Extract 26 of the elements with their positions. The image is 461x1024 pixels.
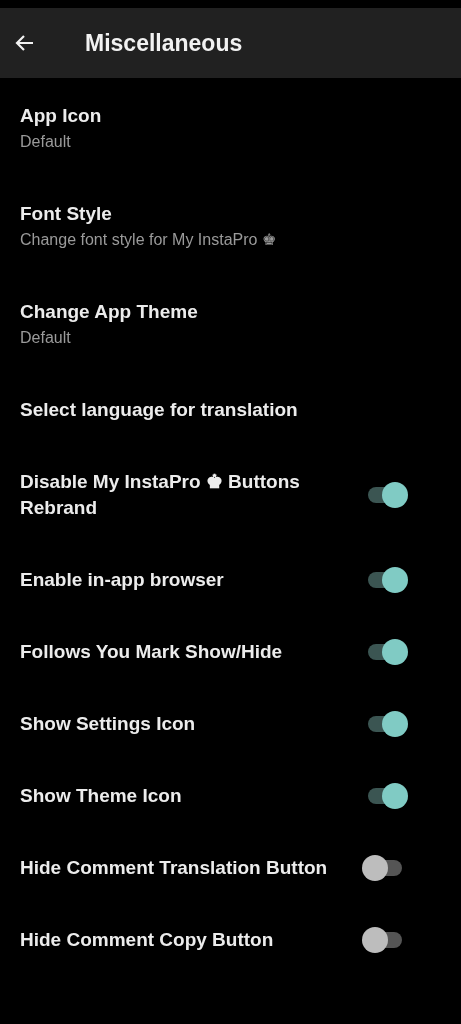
settings-item[interactable]: Hide Comment Copy Button	[0, 904, 461, 976]
item-title: Select language for translation	[20, 398, 299, 422]
settings-item[interactable]: Font Style Change font style for My InstaPro ♚	[0, 178, 461, 276]
settings-item[interactable]: Enable in-app browser	[0, 544, 461, 616]
item-title: Show Settings Icon	[20, 712, 197, 736]
item-summary: Change font style for My InstaPro ♚	[20, 230, 277, 250]
settings-item[interactable]: Follows You Mark Show/Hide	[0, 616, 461, 688]
item-title: Font Style	[20, 202, 113, 226]
item-title: Follows You Mark Show/Hide	[20, 640, 284, 664]
item-title: Enable in-app browser	[20, 568, 225, 592]
settings-item[interactable]: Show Theme Icon	[0, 760, 461, 832]
settings-item[interactable]: Change App Theme Default	[0, 276, 461, 374]
item-title: Change App Theme	[20, 300, 199, 324]
item-title: Show Theme Icon	[20, 784, 183, 808]
settings-item[interactable]: Select language for translation	[0, 374, 461, 446]
item-title: Hide Comment Copy Button	[20, 928, 275, 952]
item-title: App Icon	[20, 104, 103, 128]
settings-item[interactable]: Disable My InstaPro ♚ Buttons Rebrand	[0, 446, 461, 544]
settings-item[interactable]: Show Settings Icon	[0, 688, 461, 760]
settings-item[interactable]: Hide Comment Translation Button	[0, 832, 461, 904]
item-summary: Default	[20, 132, 72, 152]
screen-title: Miscellaneous	[85, 29, 243, 57]
item-title: Disable My InstaPro ♚ Buttons Rebrand	[20, 470, 301, 520]
item-summary: Default	[20, 328, 72, 348]
item-title: Hide Comment Translation Button	[20, 856, 329, 880]
settings-item[interactable]: App Icon Default	[0, 80, 461, 178]
